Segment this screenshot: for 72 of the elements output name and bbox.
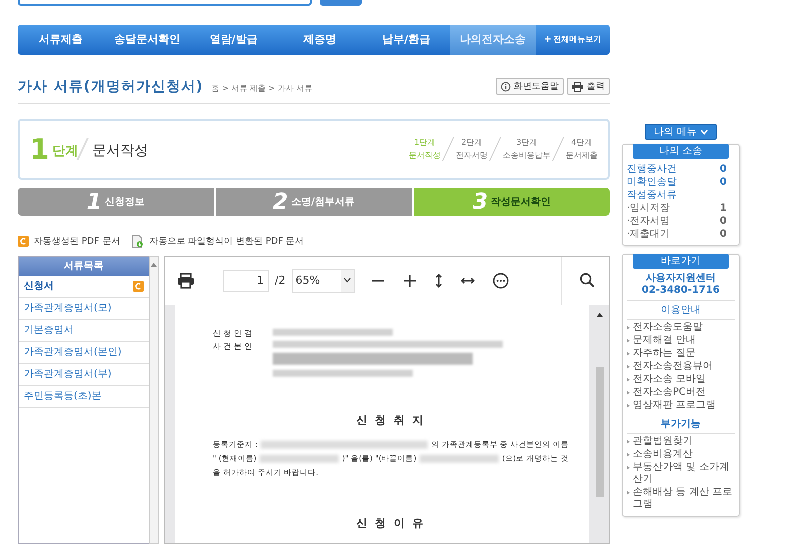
document-convert-icon <box>132 234 144 248</box>
guide-link[interactable]: 전자소송 모바일 <box>633 374 706 386</box>
all-menu-link[interactable]: + 전체메뉴보기 <box>536 25 610 55</box>
document-list-item[interactable]: 신청서 <box>19 276 149 298</box>
my-menu-button[interactable]: 나의 메뉴 <box>644 124 718 140</box>
stage-title: 문서작성 <box>92 142 148 160</box>
search-field[interactable] <box>18 0 312 6</box>
party-label: 사 건 본 인 <box>213 340 253 353</box>
stage-step: 2단계 전자서명 <box>456 136 488 162</box>
nav-tab[interactable]: 서류제출 <box>18 25 104 55</box>
document-list-header: 서류목록 <box>19 256 149 276</box>
print-icon <box>572 82 584 92</box>
lawsuit-link[interactable]: ·제출대기 <box>627 228 670 241</box>
nav-tab[interactable]: 납부/환급 <box>363 25 450 55</box>
info-icon <box>501 82 511 92</box>
party-label: 신 청 인 겸 <box>213 328 253 340</box>
lawsuit-link[interactable]: 진행중사건 <box>627 163 677 176</box>
page-title: 가사 서류(개명허가신청서) <box>18 78 204 96</box>
lawsuit-link[interactable]: ·임시저장 <box>627 202 670 215</box>
page-total: /2 <box>275 274 286 288</box>
guide-link[interactable]: 영상재판 프로그램 <box>633 400 716 412</box>
lawsuit-link[interactable]: 작성중서류 <box>627 189 677 202</box>
section-heading: 신 청 취 지 <box>355 412 427 428</box>
support-phone: 02-3480-1716 <box>641 285 721 297</box>
fit-height-icon[interactable] <box>434 274 443 288</box>
section-title: 부가기능 <box>627 415 735 434</box>
pdf-icon <box>18 236 29 247</box>
lawsuit-link[interactable]: 미확인송달 <box>627 176 677 189</box>
scroll-up-icon[interactable] <box>597 312 603 317</box>
guide-link[interactable]: 전자소송도움말 <box>633 322 703 334</box>
lawsuit-count: 0 <box>720 176 727 189</box>
section-title: 이용안내 <box>627 300 735 320</box>
nav-tab[interactable]: 제증명 <box>276 25 364 55</box>
guide-link[interactable]: 문제해결 안내 <box>633 335 696 347</box>
legend-label: 자동으로 파일형식이 변환된 PDF 문서 <box>149 236 304 248</box>
help-button[interactable]: 화면도움말 <box>496 78 564 96</box>
lawsuit-link[interactable]: ·전자서명 <box>627 215 670 228</box>
search-icon[interactable] <box>580 273 595 288</box>
lawsuit-count: 0 <box>720 215 727 228</box>
breadcrumb: 홈 > 서류 제출 > 가사 서류 <box>212 82 312 94</box>
legend-label: 자동생성된 PDF 문서 <box>34 236 120 248</box>
print-button[interactable]: 출력 <box>567 78 610 96</box>
zoom-dropdown[interactable]: 65% <box>292 268 355 293</box>
section-heading: 신 청 이 유 <box>355 516 427 531</box>
lawsuit-count: 1 <box>720 202 727 215</box>
stage-step: 1단계 문서작성 <box>409 136 441 162</box>
guide-link[interactable]: 전자소송PC버전 <box>633 387 706 399</box>
nav-tab[interactable]: 송달문서확인 <box>104 25 191 55</box>
stage-unit: 단계 <box>52 143 78 160</box>
stage-step: 4단계 문서제출 <box>566 136 598 162</box>
caret-icon <box>701 130 708 134</box>
print-icon[interactable] <box>177 272 195 289</box>
more-options-icon[interactable] <box>492 272 509 289</box>
tool-link[interactable]: 소송비용계산 <box>633 449 693 461</box>
guide-link[interactable]: 자주하는 질문 <box>633 348 696 360</box>
nav-tab[interactable]: 열람/발급 <box>190 25 277 55</box>
tool-link[interactable]: 부동산가액 및 소가계산기 <box>633 462 735 486</box>
caret-icon <box>344 278 351 284</box>
scrollbar[interactable] <box>149 256 159 544</box>
guide-link[interactable]: 전자소송전용뷰어 <box>633 361 713 373</box>
zoom-in-icon[interactable] <box>402 274 417 288</box>
fit-width-icon[interactable] <box>460 276 475 285</box>
page-number-field[interactable]: 1 <box>223 270 269 292</box>
panel-header: 나의 소송 <box>633 144 729 159</box>
tool-link[interactable]: 관할법원찾기 <box>633 436 693 448</box>
panel-header: 바로가기 <box>633 254 729 269</box>
lawsuit-count: 0 <box>720 163 727 176</box>
tool-link[interactable]: 손해배상 등 계산 프로그램 <box>633 487 735 511</box>
stage-number: 1 <box>30 132 50 166</box>
support-center-label: 사용자지원센터 <box>645 273 717 285</box>
lawsuit-count: 0 <box>720 228 727 241</box>
stage-step: 3단계 소송비용납부 <box>503 136 551 162</box>
